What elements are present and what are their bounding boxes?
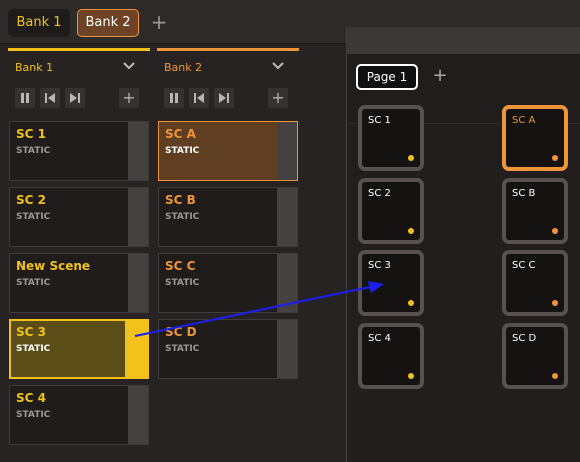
pad-label: SC C xyxy=(512,260,536,271)
chevron-down-icon[interactable] xyxy=(270,58,286,74)
pad-sc-c[interactable]: SC C xyxy=(502,250,568,316)
scene-type: STATIC xyxy=(16,344,51,354)
scene-name: SC 3 xyxy=(16,325,46,339)
scene-name: SC C xyxy=(165,259,196,273)
pad-sc-1[interactable]: SC 1 xyxy=(358,105,424,171)
scene-type: STATIC xyxy=(16,212,51,222)
scene-handle[interactable] xyxy=(277,122,297,180)
scene-new-scene[interactable]: New Scene STATIC xyxy=(9,253,149,313)
scene-handle[interactable] xyxy=(128,254,148,312)
add-scene-button[interactable]: + xyxy=(119,88,139,108)
pad-label: SC B xyxy=(512,188,536,199)
scene-sc-3[interactable]: SC 3 STATIC xyxy=(9,319,149,379)
scene-name: New Scene xyxy=(16,259,91,273)
status-dot xyxy=(552,155,558,161)
status-dot xyxy=(552,300,558,306)
scene-sc-a[interactable]: SC A STATIC xyxy=(158,121,298,181)
add-scene-button[interactable]: + xyxy=(268,88,288,108)
pad-sc-4[interactable]: SC 4 xyxy=(358,323,424,389)
status-dot xyxy=(552,373,558,379)
scene-name: SC A xyxy=(165,127,196,141)
scene-name: SC 2 xyxy=(16,193,46,207)
scene-handle[interactable] xyxy=(277,320,297,378)
pad-label: SC A xyxy=(512,115,536,126)
scene-handle[interactable] xyxy=(128,386,148,444)
pad-sc-d[interactable]: SC D xyxy=(502,323,568,389)
add-tab-button[interactable]: + xyxy=(148,10,170,34)
scene-name: SC 1 xyxy=(16,127,46,141)
tab-page-1[interactable]: Page 1 xyxy=(356,64,418,90)
scene-name: SC B xyxy=(165,193,196,207)
add-page-button[interactable]: + xyxy=(430,64,450,88)
pad-label: SC 2 xyxy=(368,188,391,199)
chevron-down-icon[interactable] xyxy=(121,58,137,74)
scene-sc-2[interactable]: SC 2 STATIC xyxy=(9,187,149,247)
scene-type: STATIC xyxy=(165,344,200,354)
bank-2-color-bar xyxy=(157,48,299,51)
scene-handle[interactable] xyxy=(277,188,297,246)
scene-sc-1[interactable]: SC 1 STATIC xyxy=(9,121,149,181)
scene-name: SC 4 xyxy=(16,391,46,405)
scene-handle[interactable] xyxy=(128,122,148,180)
tab-bank-2[interactable]: Bank 2 xyxy=(77,9,139,37)
status-dot xyxy=(408,228,414,234)
pause-icon[interactable] xyxy=(164,88,184,108)
pad-sc-a[interactable]: SC A xyxy=(502,105,568,171)
skip-back-icon[interactable] xyxy=(40,88,60,108)
scene-sc-b[interactable]: SC B STATIC xyxy=(158,187,298,247)
status-dot xyxy=(408,300,414,306)
bank-1-color-bar xyxy=(8,48,150,51)
pause-icon[interactable] xyxy=(15,88,35,108)
scene-sc-d[interactable]: SC D STATIC xyxy=(158,319,298,379)
panel-header xyxy=(347,27,580,54)
skip-back-icon[interactable] xyxy=(189,88,209,108)
scene-type: STATIC xyxy=(165,278,200,288)
pad-label: SC 3 xyxy=(368,260,391,271)
scene-type: STATIC xyxy=(165,146,200,156)
scene-type: STATIC xyxy=(165,212,200,222)
pad-label: SC D xyxy=(512,333,537,344)
scene-type: STATIC xyxy=(16,278,51,288)
pad-sc-b[interactable]: SC B xyxy=(502,178,568,244)
skip-forward-icon[interactable] xyxy=(214,88,234,108)
scene-sc-4[interactable]: SC 4 STATIC xyxy=(9,385,149,445)
bank-1-title: Bank 1 xyxy=(15,61,54,74)
scene-sc-c[interactable]: SC C STATIC xyxy=(158,253,298,313)
status-dot xyxy=(408,155,414,161)
scene-type: STATIC xyxy=(16,410,51,420)
scene-handle[interactable] xyxy=(125,321,147,377)
status-dot xyxy=(408,373,414,379)
pad-label: SC 4 xyxy=(368,333,391,344)
scene-type: STATIC xyxy=(16,146,51,156)
pad-sc-2[interactable]: SC 2 xyxy=(358,178,424,244)
scene-handle[interactable] xyxy=(277,254,297,312)
pad-label: SC 1 xyxy=(368,115,391,126)
status-dot xyxy=(552,228,558,234)
tab-bank-1[interactable]: Bank 1 xyxy=(8,9,70,37)
page-panel: Page 1 + SC 1 SC 2 SC 3 SC 4 SC A SC B S… xyxy=(346,27,580,462)
scene-handle[interactable] xyxy=(128,188,148,246)
scene-name: SC D xyxy=(165,325,197,339)
pad-sc-3[interactable]: SC 3 xyxy=(358,250,424,316)
bank-2-title: Bank 2 xyxy=(164,61,203,74)
skip-forward-icon[interactable] xyxy=(65,88,85,108)
